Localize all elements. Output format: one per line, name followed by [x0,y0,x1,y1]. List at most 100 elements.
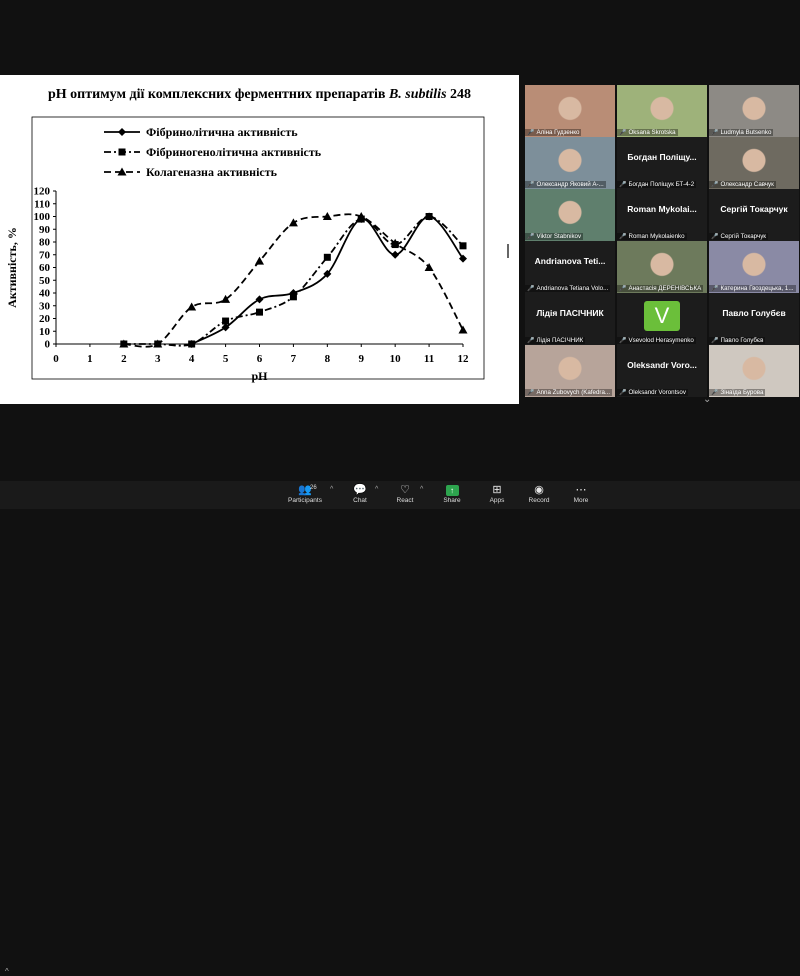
muted-mic-icon: 🎤 [711,130,719,136]
data-point [424,263,434,271]
data-point [187,302,197,311]
apps-button[interactable]: ⊞ Apps [475,483,519,504]
muted-mic-icon: 🎤 [619,286,627,292]
splitter-handle[interactable] [507,244,509,258]
muted-mic-icon: 🎤 [619,130,627,136]
participant-label-text: Олександр Яковий А-... [536,181,604,188]
x-tick-label: 5 [223,353,229,365]
participant-label: 🎤 Viktor Stabnikov [525,233,584,240]
more-label: More [573,497,589,504]
x-tick-label: 1 [87,353,93,365]
participant-label-text: Сергій Токарчук [720,233,766,240]
participant-tile[interactable]: 🎤 Катерина Гвоздецька, 1... [709,241,799,293]
apps-icon: ⊞ [492,484,502,496]
participant-tile[interactable]: V 🎤 Vsevolod Herasymenko [617,293,707,345]
participants-chevron-icon[interactable]: ^ [330,486,333,493]
share-label: Share [443,497,461,504]
shared-slide: pH оптимум дії комплексних ферментних пр… [0,75,519,404]
data-point [458,325,468,334]
participants-button[interactable]: 👥 26 Participants [283,483,327,504]
react-chevron-icon[interactable]: ^ [420,486,423,493]
participant-tile[interactable]: 🎤 Олександр Яковий А-... [525,137,615,189]
participant-tile[interactable]: 🎤 Зінаїда Бурова [709,345,799,397]
muted-mic-icon: 🎤 [527,338,535,344]
participant-label: 🎤 Oksana Skrotska [617,129,678,136]
data-point [222,317,230,325]
ph-activity-chart: 01020304050607080901001101200 1 2 3 4 5 6 7 8 9 10… [5,116,485,383]
record-icon: ◉ [534,484,544,496]
participant-label: 🎤 Богдан Поліщук БТ-4-2 [617,181,697,188]
legend-label: Фібринолітична активність [146,125,298,139]
legend-label: Колагеназна активність [146,165,278,179]
participant-label-text: Лідія ПАСІЧНИК [536,337,584,344]
toolbar-caret-icon[interactable]: ^ [5,967,9,976]
participant-label-text: Viktor Stabnikov [536,233,582,240]
participant-tile[interactable]: 🎤 Олександр Савчук [709,137,799,189]
x-tick-label: 10 [390,353,402,365]
y-tick-label: 30 [39,300,51,312]
participant-label-text: Ludmyla Butsenko [720,129,772,136]
participant-label: 🎤 Катерина Гвоздецька, 1... [709,285,796,292]
share-screen-icon: ↑ [445,485,459,496]
muted-mic-icon: 🎤 [527,390,535,396]
muted-mic-icon: 🎤 [711,390,719,396]
x-tick-label: 9 [359,353,365,365]
muted-mic-icon: 🎤 [619,234,627,240]
x-tick-label: 0 [53,353,59,365]
participant-label: 🎤 Анастасія ДЕРЕНІВСЬКА [617,285,704,292]
muted-mic-icon: 🎤 [711,234,719,240]
muted-mic-icon: 🎤 [619,390,627,396]
y-tick-label: 10 [39,326,51,338]
muted-mic-icon: 🎤 [711,286,719,292]
x-tick-label: 4 [189,353,195,365]
participant-tile[interactable]: Сергій Токарчук 🎤 Сергій Токарчук [709,189,799,241]
participant-label-text: Roman Mykolaienko [628,233,685,240]
gallery-scroll-chevron-icon[interactable]: ⌄ [703,394,711,405]
y-tick-label: 40 [39,288,51,300]
participant-tile[interactable]: 🎤 Oksana Skrotska [617,85,707,137]
record-label: Record [528,497,550,504]
participant-tile[interactable]: Oleksandr Voro... 🎤 Oleksandr Vorontsov [617,345,707,397]
participant-label: 🎤 Andrianova Tetiana Volo... [525,285,611,292]
participant-tile[interactable]: 🎤 Anna Zubovych (Kafedra... [525,345,615,397]
share-button[interactable]: ↑ Share [430,483,474,504]
participants-icon: 👥 [298,484,312,496]
participant-label: 🎤 Аліна Гудзенко [525,129,582,136]
participant-label-text: Oleksandr Vorontsov [628,389,686,396]
meeting-toolbar: ^ 👥 26 Participants ^ 💬 Chat ^ ♡ React ^… [0,481,800,976]
participant-tile[interactable]: 🎤 Ludmyla Butsenko [709,85,799,137]
participant-tile[interactable]: Павло Голубєв 🎤 Павло Голубєв [709,293,799,345]
participant-tile[interactable]: 🎤 Анастасія ДЕРЕНІВСЬКА [617,241,707,293]
participants-label: Participants [288,497,322,504]
series-line-1 [191,215,464,345]
participant-label-text: Oksana Skrotska [628,129,676,136]
participant-label: 🎤 Anna Zubovych (Kafedra... [525,389,613,396]
more-icon: ⋯ [575,484,587,496]
participant-label-text: Анастасія ДЕРЕНІВСЬКА [628,285,702,292]
muted-mic-icon: 🎤 [619,338,627,344]
y-tick-label: 20 [39,313,51,325]
participant-tile[interactable]: Roman Mykolai... 🎤 Roman Mykolaienko [617,189,707,241]
y-tick-label: 100 [34,211,51,223]
participant-label: 🎤 Павло Голубєв [709,337,766,344]
participant-tile[interactable]: Богдан Поліщу... 🎤 Богдан Поліщук БТ-4-2 [617,137,707,189]
y-tick-label: 60 [39,262,51,274]
participant-tile[interactable]: Andrianova Teti... 🎤 Andrianova Tetiana Vo… [525,241,615,293]
participant-label: 🎤 Vsevolod Herasymenko [617,337,696,344]
record-button[interactable]: ◉ Record [517,483,561,504]
chat-chevron-icon[interactable]: ^ [375,486,378,493]
x-axis-label: pH [251,369,268,383]
x-tick-label: 8 [325,353,331,365]
apps-label: Apps [489,497,505,504]
data-point [425,213,433,220]
x-tick-label: 11 [424,353,434,365]
participant-label-text: Павло Голубєв [720,337,764,344]
data-point [289,293,297,301]
more-button[interactable]: ⋯ More [559,483,603,504]
participant-tile[interactable]: 🎤 Аліна Гудзенко [525,85,615,137]
data-point [391,250,400,259]
data-point [256,308,263,316]
participant-tile[interactable]: 🎤 Viktor Stabnikov [525,189,615,241]
participant-tile[interactable]: Лідія ПАСІЧНИК 🎤 Лідія ПАСІЧНИК [525,293,615,345]
participant-display-name: Павло Голубєв [722,308,786,318]
